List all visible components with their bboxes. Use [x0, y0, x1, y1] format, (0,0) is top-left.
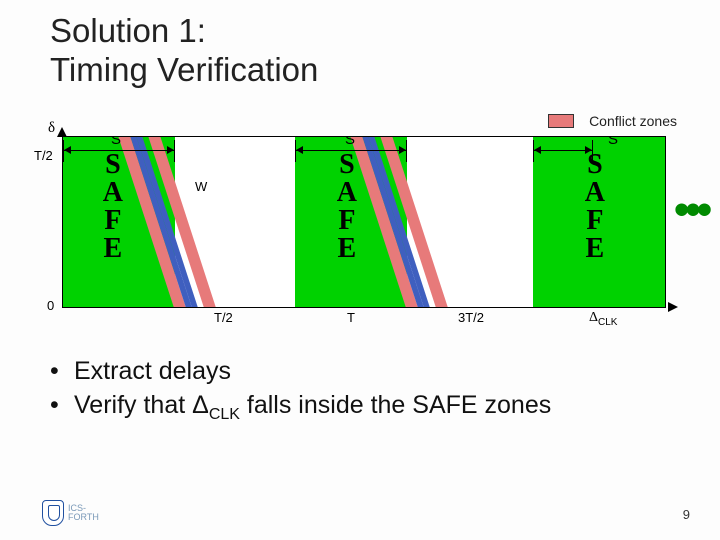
- x-tick-t: T: [347, 310, 355, 325]
- x-axis-arrow-icon: [668, 302, 678, 312]
- legend-swatch-conflict: [548, 114, 574, 128]
- bullet-item-1: Extract delays: [50, 355, 551, 389]
- page-number: 9: [683, 507, 690, 522]
- y-axis-label: δ: [48, 120, 55, 137]
- y-tick-top: T/2: [34, 148, 53, 163]
- safe-label-1: SAFE: [101, 149, 123, 261]
- bullet-2-suffix: falls inside the SAFE zones: [240, 391, 551, 419]
- x-tick-t-half: T/2: [214, 310, 233, 325]
- bullet-item-2: Verify that ΔCLK falls inside the SAFE z…: [50, 389, 551, 426]
- bullet-2-prefix: Verify that Δ: [74, 391, 209, 419]
- x-tick-3t-half: 3T/2: [458, 310, 484, 325]
- bullet-text-1: Extract delays: [74, 357, 231, 385]
- s-label-3: S: [608, 136, 618, 148]
- title-line-1: Solution 1:: [50, 12, 206, 49]
- s-bracket-3: [533, 140, 593, 162]
- timing-diagram: Conflict zones δ T/2 0 SAFE SAFE SAFE S …: [34, 110, 689, 335]
- s-label-1: S: [111, 136, 121, 148]
- shield-icon: [42, 500, 64, 526]
- safe-label-2: SAFE: [335, 149, 357, 261]
- y-tick-bottom: 0: [47, 298, 54, 313]
- footer-logo: ICS- FORTH: [42, 500, 99, 526]
- x-axis-label: ΔCLK: [589, 310, 617, 328]
- logo-text: ICS- FORTH: [68, 504, 99, 523]
- delta-symbol: Δ: [589, 310, 598, 325]
- title-line-2: Timing Verification: [50, 51, 318, 88]
- safe-label-3: SAFE: [583, 149, 605, 261]
- bullet-list: Extract delays Verify that ΔCLK falls in…: [50, 355, 551, 425]
- logo-line-2: FORTH: [68, 512, 99, 522]
- legend-label: Conflict zones: [589, 113, 677, 129]
- bullet-2-sub: CLK: [209, 406, 240, 423]
- slide-title: Solution 1: Timing Verification: [50, 12, 318, 90]
- clk-subscript: CLK: [598, 317, 617, 328]
- plot-area: SAFE SAFE SAFE S S S W: [62, 136, 666, 308]
- w-label: W: [195, 179, 207, 194]
- s-label-2: S: [345, 136, 355, 148]
